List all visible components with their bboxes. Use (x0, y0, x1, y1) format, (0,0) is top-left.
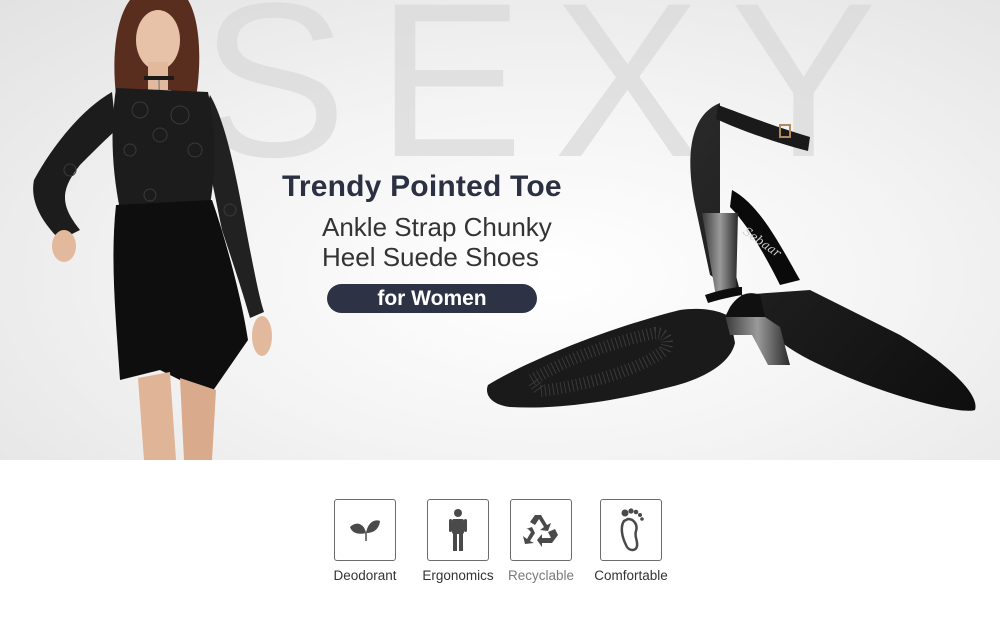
recycle-icon (523, 515, 558, 547)
feature-label: Deodorant (333, 568, 397, 583)
feature-label: Comfortable (594, 568, 668, 583)
feature-icon-box (334, 499, 396, 561)
person-icon (449, 509, 467, 551)
model-photo (33, 0, 272, 460)
features-row: Deodorant Ergonomics Recyclable Comforta… (0, 499, 1000, 599)
leaf-icon (350, 520, 380, 541)
feature-comfortable: Comfortable (581, 499, 681, 583)
feature-label: Recyclable (507, 568, 575, 583)
feature-deodorant: Deodorant (315, 499, 415, 583)
feature-icon-box (510, 499, 572, 561)
feature-recyclable: Recyclable (491, 499, 591, 583)
hero-banner: SEXY Trendy Pointed Toe Ankle Strap Chun… (0, 0, 1000, 460)
feature-icon-box (427, 499, 489, 561)
product-shoes-image: Sebaar (486, 103, 976, 411)
feature-icon-box (600, 499, 662, 561)
footprint-icon (620, 508, 644, 552)
